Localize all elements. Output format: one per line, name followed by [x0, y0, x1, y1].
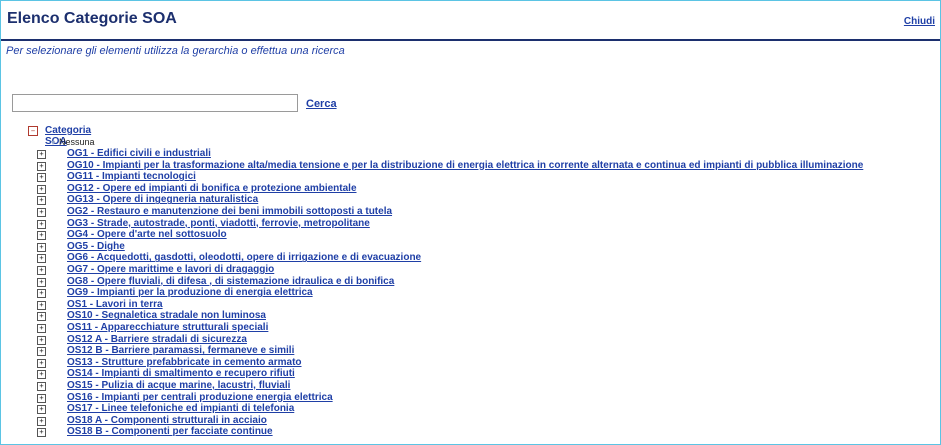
tree-item: + OS18 B - Componenti per facciate contin… [1, 426, 940, 438]
tree-none-label: Nessuna [59, 137, 95, 147]
tree-item: + OG5 - Dighe [1, 241, 940, 252]
tree-item: + OS16 - Impianti per centrali produzione… [1, 392, 940, 403]
tree-item-link[interactable]: OG12 - Opere ed impianti di bonifica e p… [67, 183, 357, 194]
tree-item-link[interactable]: OS10 - Segnaletica stradale non luminosa [67, 310, 266, 321]
tree-item-link[interactable]: OG2 - Restauro e manutenzione dei beni i… [67, 206, 392, 217]
tree-item-link[interactable]: OS13 - Strutture prefabbricate in cement… [67, 357, 302, 368]
tree-item: + OS12 A - Barriere stradali di sicurezza [1, 334, 940, 345]
tree-item: + OG11 - Impianti tecnologici [1, 171, 940, 183]
tree-item-link[interactable]: OS15 - Pulizia di acque marine, lacustri… [67, 380, 290, 391]
expand-icon[interactable]: + [37, 335, 46, 345]
tree-item-link[interactable]: OG3 - Strade, autostrade, ponti, viadott… [67, 218, 370, 229]
tree-item-link[interactable]: OS14 - Impianti di smaltimento e recuper… [67, 368, 295, 379]
expand-icon[interactable]: + [37, 300, 46, 310]
expand-icon[interactable]: + [37, 219, 46, 229]
expand-icon[interactable]: + [37, 416, 46, 426]
tree-item-link[interactable]: OG13 - Opere di ingegneria naturalistica [67, 194, 258, 205]
tree-item: + OS18 A - Componenti strutturali in acci… [1, 415, 940, 426]
tree-item-link[interactable]: OG11 - Impianti tecnologici [67, 171, 196, 182]
tree-item-link[interactable]: OS12 B - Barriere paramassi, fermaneve e… [67, 345, 294, 356]
tree-item: + OG13 - Opere di ingegneria naturalistic… [1, 194, 940, 206]
tree-item-link[interactable]: OG10 - Impianti per la trasformazione al… [67, 160, 863, 171]
tree-item: + OS17 - Linee telefoniche ed impianti di… [1, 403, 940, 415]
expand-icon[interactable]: + [37, 242, 46, 252]
tree-item: + OG9 - Impianti per la produzione di ene… [1, 287, 940, 299]
search-button[interactable]: Cerca [306, 98, 337, 110]
expand-icon[interactable]: + [37, 370, 46, 380]
chevron-down-icon: ▾ [51, 138, 56, 147]
tree-item-link[interactable]: OG9 - Impianti per la produzione di ener… [67, 287, 313, 298]
tree-item: + OS10 - Segnaletica stradale non luminos… [1, 310, 940, 322]
tree-item: + OS1 - Lavori in terra [1, 299, 940, 310]
tree-item-link[interactable]: OG1 - Edifici civili e industriali [67, 148, 211, 159]
tree-item-link[interactable]: OS18 A - Componenti strutturali in accia… [67, 415, 267, 426]
expand-icon[interactable]: + [37, 405, 46, 415]
expand-icon[interactable]: + [37, 231, 46, 241]
expand-icon[interactable]: + [37, 289, 46, 299]
tree-none-item[interactable]: ▾ Nessuna [51, 137, 95, 147]
tree-item: + OG1 - Edifici civili e industriali [1, 148, 940, 159]
tree-item: + OS13 - Strutture prefabbricate in cemen… [1, 357, 940, 368]
popup-window: Elenco Categorie SOA Chiudi Per selezion… [0, 0, 941, 445]
tree-item-link[interactable]: OS1 - Lavori in terra [67, 299, 163, 310]
expand-icon[interactable]: + [37, 312, 46, 322]
collapse-icon[interactable]: − [28, 126, 38, 136]
expand-icon[interactable]: + [37, 266, 46, 275]
expand-icon[interactable]: + [37, 254, 46, 264]
close-link[interactable]: Chiudi [904, 16, 935, 27]
tree-item-link[interactable]: OS16 - Impianti per centrali produzione … [67, 392, 333, 403]
tree-item: + OG10 - Impianti per la trasformazione a… [1, 160, 940, 171]
tree-item-link[interactable]: OG5 - Dighe [67, 241, 125, 252]
expand-icon[interactable]: + [37, 358, 46, 368]
tree-item: + OG8 - Opere fluviali, di difesa , di si… [1, 276, 940, 287]
expand-icon[interactable]: + [37, 277, 46, 287]
tree-item: + OS11 - Apparecchiature strutturali spec… [1, 322, 940, 333]
expand-icon[interactable]: + [37, 382, 46, 391]
header-bar: Elenco Categorie SOA Chiudi [1, 1, 940, 41]
expand-icon[interactable]: + [37, 347, 46, 357]
tree-item: + OS14 - Impianti di smaltimento e recupe… [1, 368, 940, 380]
page-title: Elenco Categorie SOA [7, 10, 177, 27]
tree-item: + OG7 - Opere marittime e lavori di draga… [1, 264, 940, 275]
tree-item-link[interactable]: OS11 - Apparecchiature strutturali speci… [67, 322, 268, 333]
tree-item: + OG2 - Restauro e manutenzione dei beni … [1, 206, 940, 217]
expand-icon[interactable]: + [37, 324, 46, 333]
tree-item-link[interactable]: OS12 A - Barriere stradali di sicurezza [67, 334, 247, 345]
expand-icon[interactable]: + [37, 428, 46, 438]
expand-icon[interactable]: + [37, 393, 46, 403]
instructions-text: Per selezionare gli elementi utilizza la… [6, 45, 345, 57]
expand-icon[interactable]: + [37, 150, 46, 159]
tree-item: + OG6 - Acquedotti, gasdotti, oleodotti, … [1, 252, 940, 264]
tree-item: + OG12 - Opere ed impianti di bonifica e … [1, 183, 940, 194]
tree-item: + OG3 - Strade, autostrade, ponti, viadot… [1, 218, 940, 229]
tree-item-link[interactable]: OG6 - Acquedotti, gasdotti, oleodotti, o… [67, 252, 421, 263]
tree-item-link[interactable]: OG4 - Opere d'arte nel sottosuolo [67, 229, 227, 240]
tree-item: + OS15 - Pulizia di acque marine, lacustr… [1, 380, 940, 391]
tree-item-link[interactable]: OG8 - Opere fluviali, di difesa , di sis… [67, 276, 394, 287]
search-input[interactable] [12, 94, 298, 112]
expand-icon[interactable]: + [37, 184, 46, 194]
tree-item-link[interactable]: OS17 - Linee telefoniche ed impianti di … [67, 403, 294, 414]
tree-item: + OG4 - Opere d'arte nel sottosuolo [1, 229, 940, 241]
tree-item: + OS12 B - Barriere paramassi, fermaneve … [1, 345, 940, 357]
tree-item-link[interactable]: OS18 B - Componenti per facciate continu… [67, 426, 273, 437]
expand-icon[interactable]: + [37, 161, 46, 171]
tree-item-link[interactable]: OG7 - Opere marittime e lavori di dragag… [67, 264, 274, 275]
expand-icon[interactable]: + [37, 173, 46, 183]
expand-icon[interactable]: + [37, 208, 46, 217]
expand-icon[interactable]: + [37, 196, 46, 206]
